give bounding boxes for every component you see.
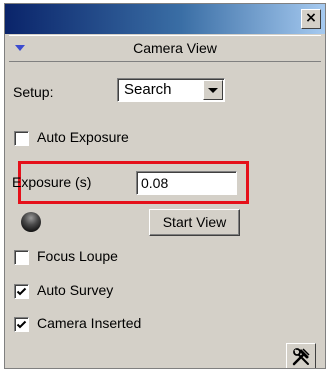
setup-label: Setup: (13, 84, 54, 100)
window-title-bar[interactable]: × (5, 4, 325, 34)
camera-view-section-header[interactable]: Camera View (9, 35, 321, 62)
focus-loupe-label: Focus Loupe (37, 248, 118, 264)
checkmark-icon (16, 320, 27, 329)
auto-survey-checkbox[interactable] (14, 284, 29, 299)
section-title: Camera View (133, 40, 217, 56)
exposure-label: Exposure (s) (12, 174, 92, 190)
camera-view-panel: × Camera View Setup: Search Auto Exposur… (4, 3, 326, 369)
auto-exposure-label: Auto Exposure (37, 129, 129, 145)
tools-button[interactable] (286, 343, 316, 368)
camera-inserted-label: Camera Inserted (37, 315, 142, 331)
setup-dropdown-button[interactable] (203, 80, 223, 100)
close-button[interactable]: × (301, 9, 321, 29)
auto-survey-label: Auto Survey (37, 282, 114, 298)
close-icon: × (305, 10, 317, 26)
focus-loupe-checkbox[interactable] (14, 250, 29, 265)
auto-exposure-checkbox[interactable] (14, 131, 29, 146)
start-view-button[interactable]: Start View (149, 209, 240, 236)
status-led-icon (21, 212, 41, 232)
chevron-down-icon (208, 88, 218, 93)
setup-select[interactable]: Search (117, 78, 225, 102)
exposure-input[interactable] (136, 171, 237, 195)
checkmark-icon (16, 287, 27, 296)
setup-select-value: Search (124, 81, 172, 98)
triangle-down-icon[interactable] (15, 45, 25, 51)
camera-inserted-checkbox[interactable] (14, 317, 29, 332)
tools-icon (292, 348, 310, 366)
